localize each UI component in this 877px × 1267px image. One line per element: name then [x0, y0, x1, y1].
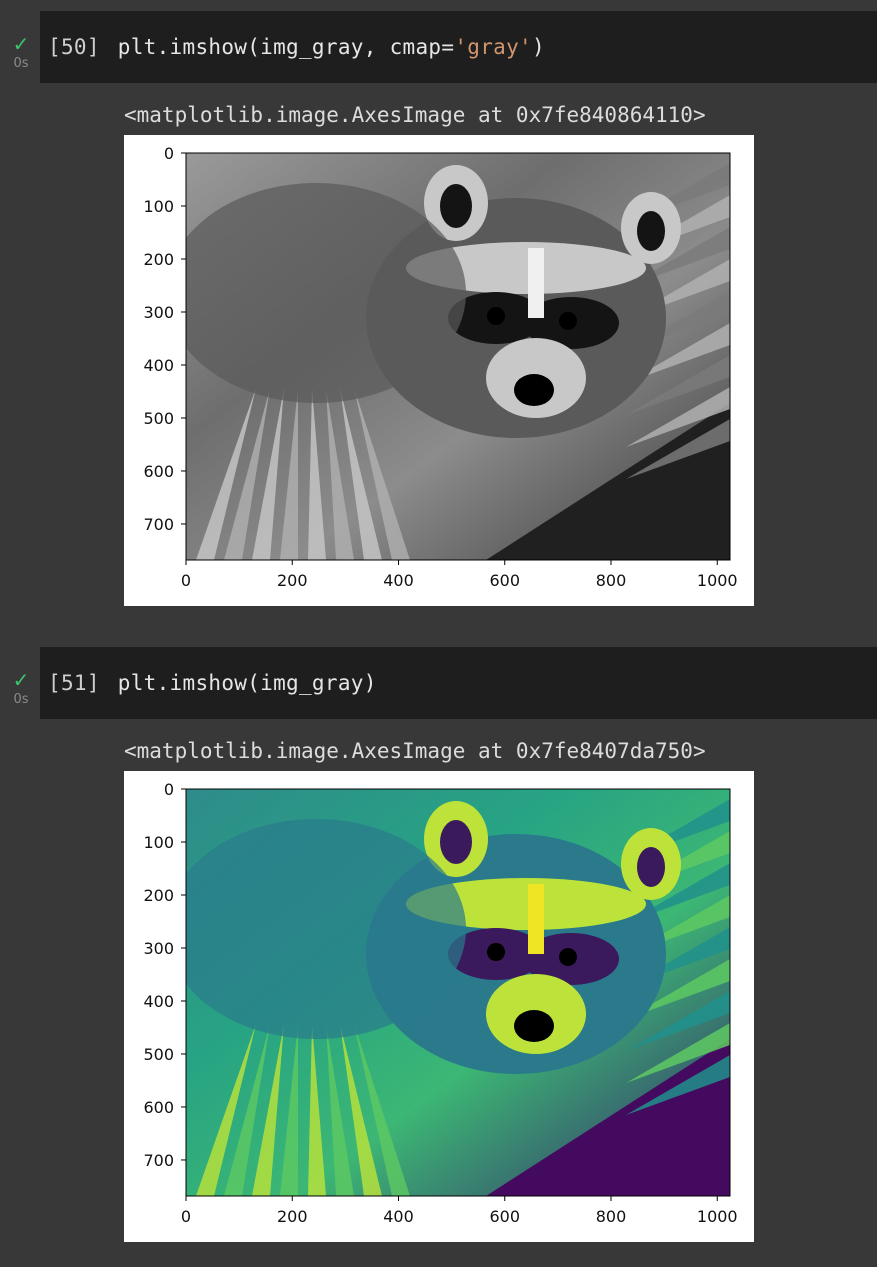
code-editor[interactable]: [51] plt.imshow(img_gray)	[40, 647, 877, 719]
code-text[interactable]: plt.imshow(img_gray, cmap='gray')	[118, 35, 545, 59]
y-tick-label: 700	[143, 515, 174, 534]
image-content	[186, 153, 730, 560]
y-tick-label: 700	[143, 1151, 174, 1170]
raccoon-body	[186, 183, 466, 403]
x-tick-label: 600	[489, 1207, 520, 1226]
y-tick-label: 400	[143, 356, 174, 375]
x-tick-label: 1000	[697, 571, 738, 590]
raccoon-stripe	[528, 248, 544, 318]
raccoon-nose	[514, 374, 554, 406]
y-tick-label: 300	[143, 303, 174, 322]
check-icon: ✓	[12, 668, 30, 692]
raccoon-stripe	[528, 884, 544, 954]
x-tick-label: 200	[277, 571, 308, 590]
output-text: <matplotlib.image.AxesImage at 0x7fe8408…	[124, 103, 706, 127]
x-tick-label: 200	[277, 1207, 308, 1226]
cell-runtime: 0s	[13, 56, 29, 71]
raccoon-ear-inner	[637, 211, 665, 251]
figure-output: 0 200 400 600 800 1000 0 100 200 300 400 500 600 700	[124, 771, 754, 1242]
raccoon-eye	[487, 307, 505, 325]
output-text: <matplotlib.image.AxesImage at 0x7fe8407…	[124, 739, 706, 763]
imshow-plot: 0 200 400 600 800 1000 0 100 200 300 400 500 600 700	[143, 144, 738, 590]
execution-count: [51]	[48, 671, 100, 695]
cell-status[interactable]: ✓ 0s	[6, 670, 36, 707]
y-tick-label: 200	[143, 250, 174, 269]
y-tick-label: 100	[143, 197, 174, 216]
raccoon-body	[186, 819, 466, 1039]
x-tick-label: 0	[181, 1207, 191, 1226]
code-segment: plt.imshow(img_gray, cmap=	[117, 35, 455, 59]
y-tick-label: 100	[143, 833, 174, 852]
x-tick-label: 800	[596, 1207, 627, 1226]
image-content	[186, 789, 730, 1196]
raccoon-ear-inner	[440, 184, 472, 228]
execution-count: [50]	[48, 35, 100, 59]
figure-output: 0 200 400 600 800 1000 0 100 200 300 400 500 600 700	[124, 135, 754, 606]
y-tick-label: 0	[164, 780, 174, 799]
y-tick-label: 600	[143, 462, 174, 481]
raccoon-ear-inner	[440, 820, 472, 864]
cell-status[interactable]: ✓ 0s	[6, 34, 36, 71]
code-cell-50: ✓ 0s [50] plt.imshow(img_gray, cmap='gra…	[0, 0, 877, 620]
x-tick-label: 600	[489, 571, 520, 590]
x-tick-label: 400	[383, 571, 414, 590]
code-segment: )	[531, 35, 545, 59]
raccoon-nose	[514, 1010, 554, 1042]
code-text[interactable]: plt.imshow(img_gray)	[118, 671, 377, 695]
y-tick-label: 500	[143, 409, 174, 428]
x-tick-label: 1000	[697, 1207, 738, 1226]
raccoon-eye	[559, 312, 577, 330]
y-tick-label: 300	[143, 939, 174, 958]
check-icon: ✓	[12, 32, 30, 56]
x-tick-label: 800	[596, 571, 627, 590]
x-tick-label: 0	[181, 571, 191, 590]
imshow-plot: 0 200 400 600 800 1000 0 100 200 300 400 500 600 700	[143, 780, 738, 1226]
y-tick-label: 500	[143, 1045, 174, 1064]
y-tick-label: 0	[164, 144, 174, 163]
y-tick-label: 600	[143, 1098, 174, 1117]
raccoon-eye	[559, 948, 577, 966]
y-tick-label: 400	[143, 992, 174, 1011]
cell-runtime: 0s	[13, 692, 29, 707]
code-string-literal: 'gray'	[454, 35, 532, 59]
code-cell-51: ✓ 0s [51] plt.imshow(img_gray) <matplotl…	[0, 636, 877, 1267]
x-tick-label: 400	[383, 1207, 414, 1226]
raccoon-eye	[487, 943, 505, 961]
code-editor[interactable]: [50] plt.imshow(img_gray, cmap='gray')	[40, 11, 877, 83]
code-segment: plt.imshow(img_gray)	[117, 671, 377, 695]
y-tick-label: 200	[143, 886, 174, 905]
raccoon-ear-inner	[637, 847, 665, 887]
